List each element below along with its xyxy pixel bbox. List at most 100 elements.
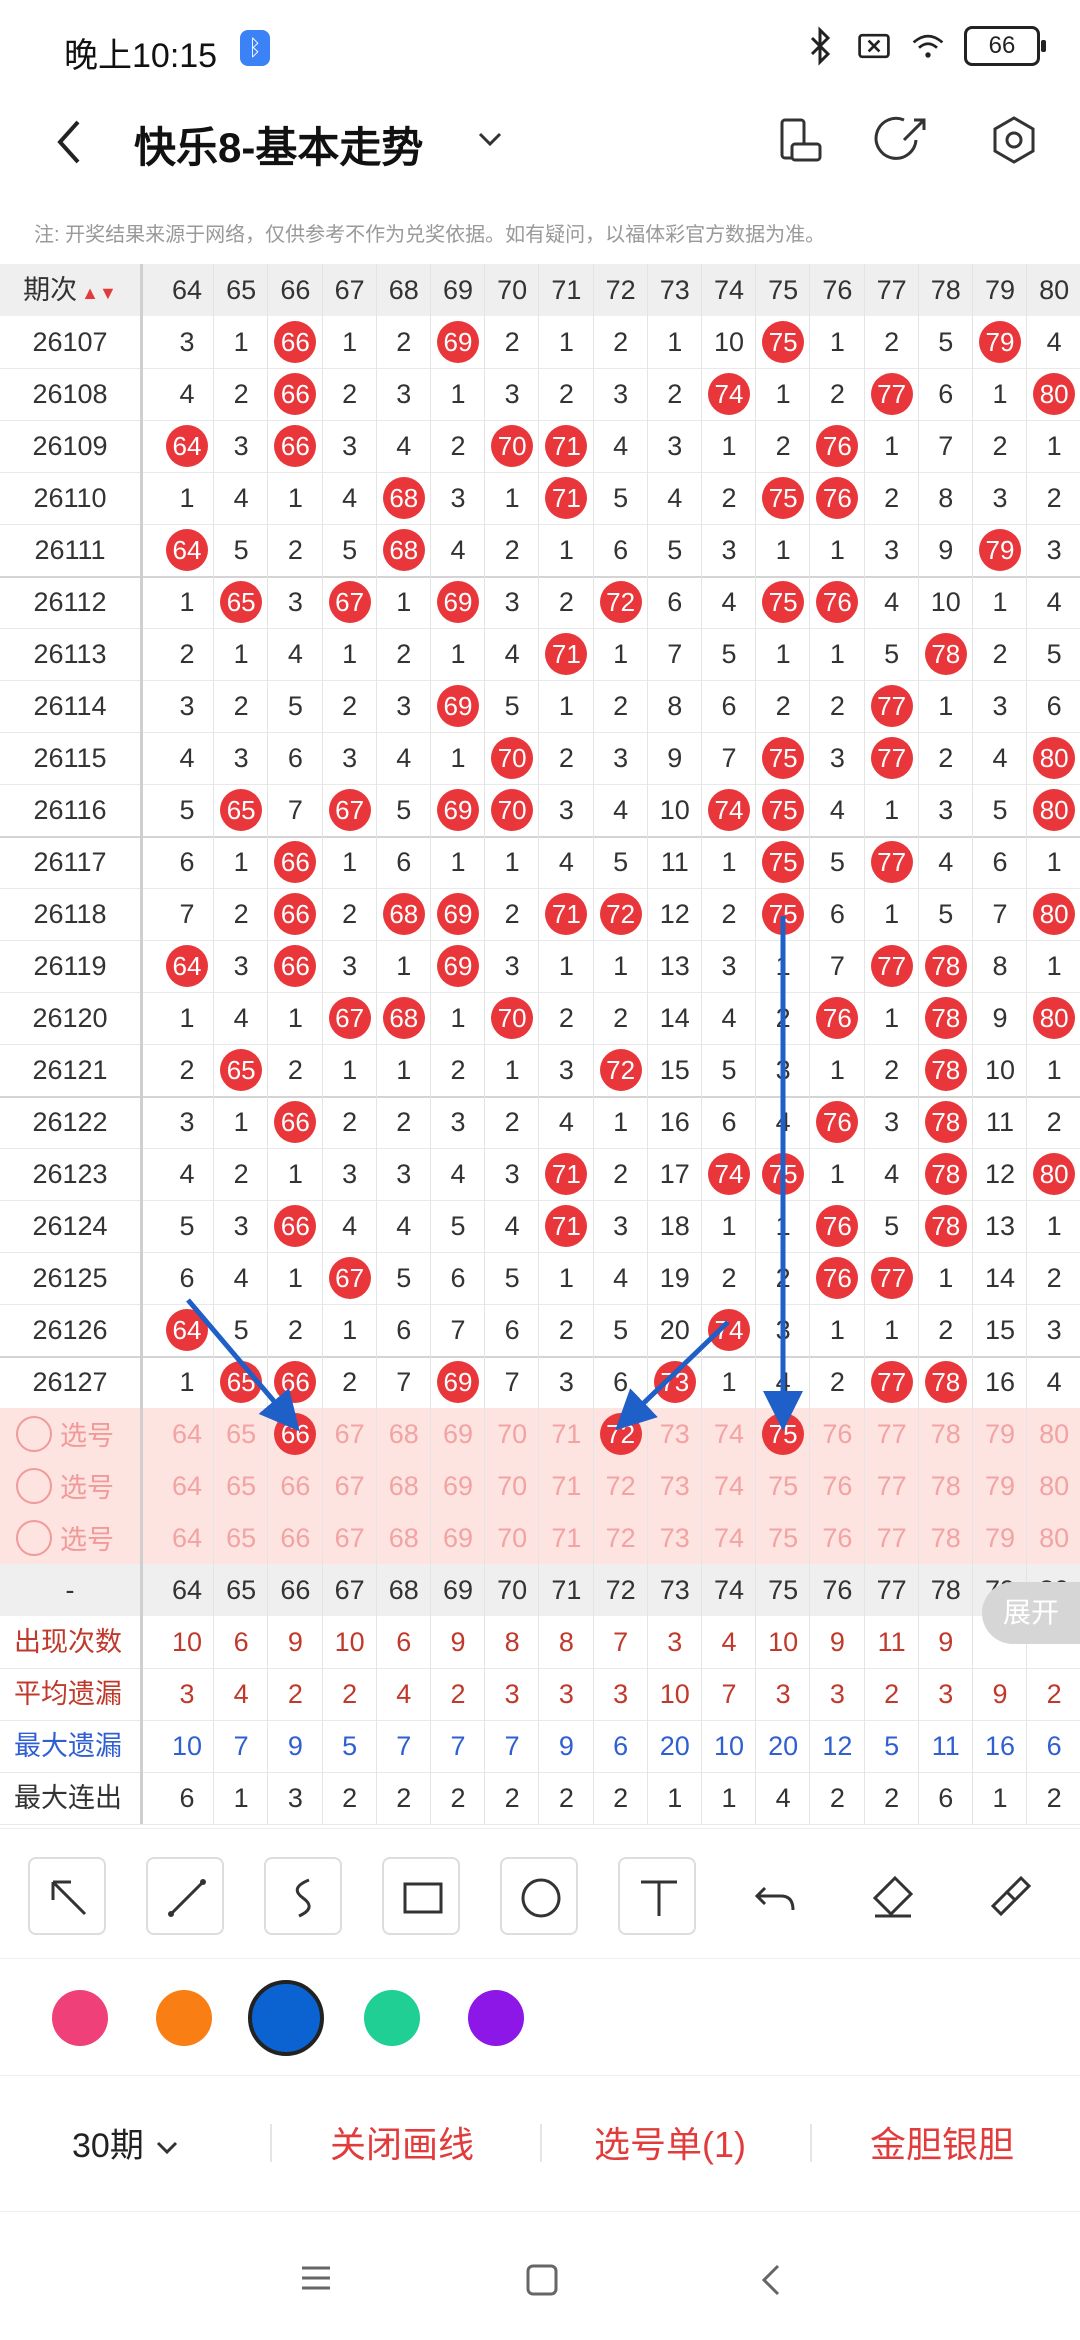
pick-number-cell[interactable]: 80: [1027, 1460, 1080, 1512]
color-swatch[interactable]: [52, 1990, 108, 2046]
table-cell: 1: [992, 587, 1008, 617]
pick-number-cell[interactable]: 80: [1027, 1408, 1080, 1460]
pick-radio-icon[interactable]: [16, 1467, 52, 1504]
pick-number-cell[interactable]: 69: [431, 1460, 485, 1512]
column-divider: [484, 264, 486, 1824]
pick-number-cell[interactable]: 75: [756, 1408, 810, 1460]
curve-tool-button[interactable]: [264, 1857, 342, 1935]
pick-number-cell[interactable]: 67: [323, 1512, 377, 1564]
pick-number-cell[interactable]: 76: [810, 1408, 864, 1460]
drawn-number-ball: 70: [491, 737, 534, 779]
pick-number-cell[interactable]: 64: [160, 1512, 214, 1564]
pick-number-cell[interactable]: 79: [973, 1460, 1027, 1512]
pick-list-button[interactable]: 选号单(1): [594, 2116, 746, 2168]
text-tool-button[interactable]: [618, 1857, 696, 1935]
gold-silver-button[interactable]: 金胆银胆: [870, 2116, 1014, 2168]
arrow-tool-button[interactable]: [28, 1857, 106, 1935]
line-tool-button[interactable]: [146, 1857, 224, 1935]
table-cell: 1: [613, 1107, 629, 1137]
pick-number-cell[interactable]: 76: [810, 1512, 864, 1564]
pick-number-cell[interactable]: 72: [594, 1408, 648, 1460]
pick-row-label[interactable]: 选号: [16, 1414, 114, 1453]
pick-radio-icon[interactable]: [16, 1415, 52, 1452]
pick-number-cell[interactable]: 72: [594, 1512, 648, 1564]
pick-number-cell[interactable]: 75: [756, 1460, 810, 1512]
pick-number-cell[interactable]: 77: [865, 1512, 919, 1564]
pick-number-cell[interactable]: 74: [702, 1408, 756, 1460]
color-swatch[interactable]: [156, 1990, 212, 2046]
pick-number-cell[interactable]: 79: [973, 1512, 1027, 1564]
drawn-number-ball: 66: [274, 1361, 317, 1403]
pick-number-cell[interactable]: 65: [214, 1408, 268, 1460]
rectangle-tool-button[interactable]: [382, 1857, 460, 1935]
pick-number-cell[interactable]: 73: [648, 1408, 702, 1460]
menu-nav-icon[interactable]: [296, 2260, 336, 2296]
pick-number-cell[interactable]: 70: [485, 1460, 539, 1512]
selected-pick-ball[interactable]: 72: [599, 1413, 642, 1455]
pick-number-cell[interactable]: 77: [865, 1408, 919, 1460]
issue-column-header[interactable]: 期次 ▲▼: [0, 264, 140, 316]
expand-button[interactable]: 展开: [982, 1582, 1080, 1644]
share-icon[interactable]: [874, 110, 934, 170]
pick-row-label[interactable]: 选号: [16, 1518, 114, 1557]
pick-number-cell[interactable]: 66: [268, 1512, 322, 1564]
pick-number-cell[interactable]: 64: [160, 1460, 214, 1512]
pick-number-cell[interactable]: 67: [323, 1408, 377, 1460]
table-cell: 75: [756, 1148, 810, 1200]
drawn-number-ball: 69: [437, 321, 479, 363]
pick-number-cell[interactable]: 77: [865, 1460, 919, 1512]
undo-tool-button[interactable]: [736, 1857, 814, 1935]
back-nav-icon[interactable]: [752, 2260, 792, 2300]
eraser-tool-button[interactable]: [854, 1857, 932, 1935]
pick-radio-icon[interactable]: [16, 1519, 52, 1556]
color-swatch[interactable]: [468, 1990, 524, 2046]
table-cell: 2: [396, 1107, 412, 1137]
color-swatch[interactable]: [248, 1980, 324, 2056]
page-title[interactable]: 快乐8-基本走势: [134, 114, 423, 175]
home-nav-icon[interactable]: [522, 2260, 562, 2300]
pick-number-cell[interactable]: 67: [323, 1460, 377, 1512]
pick-number-cell[interactable]: 68: [377, 1408, 431, 1460]
pick-number-cell[interactable]: 74: [702, 1460, 756, 1512]
pick-number-cell[interactable]: 68: [377, 1512, 431, 1564]
pick-number-cell[interactable]: 70: [485, 1512, 539, 1564]
period-selector[interactable]: 30期: [72, 2118, 182, 2167]
back-arrow-icon[interactable]: [44, 112, 100, 172]
pick-number-cell[interactable]: 80: [1027, 1512, 1080, 1564]
pick-number-cell[interactable]: 69: [431, 1512, 485, 1564]
settings-icon[interactable]: [984, 110, 1044, 170]
pick-number-cell[interactable]: 74: [702, 1512, 756, 1564]
pick-row-label[interactable]: 选号: [16, 1466, 114, 1505]
color-swatch[interactable]: [364, 1990, 420, 2046]
pick-number-cell[interactable]: 78: [919, 1460, 973, 1512]
pick-number-cell[interactable]: 66: [268, 1408, 322, 1460]
pick-number-cell[interactable]: 71: [539, 1460, 593, 1512]
pick-number-cell[interactable]: 78: [919, 1408, 973, 1460]
pick-number-cell[interactable]: 69: [431, 1408, 485, 1460]
close-draw-button[interactable]: 关闭画线: [330, 2116, 474, 2168]
circle-tool-button[interactable]: [500, 1857, 578, 1935]
pick-number-cell[interactable]: 72: [594, 1460, 648, 1512]
table-cell: 2: [504, 899, 520, 929]
pick-number-cell[interactable]: 73: [648, 1512, 702, 1564]
clear-tool-button[interactable]: [972, 1857, 1050, 1935]
pick-number-cell[interactable]: 73: [648, 1460, 702, 1512]
pick-number-cell[interactable]: 68: [377, 1460, 431, 1512]
pick-number-cell[interactable]: 76: [810, 1460, 864, 1512]
pick-number-cell[interactable]: 65: [214, 1460, 268, 1512]
chevron-down-icon[interactable]: [470, 120, 510, 160]
pick-number-cell[interactable]: 65: [214, 1512, 268, 1564]
pick-number-cell[interactable]: 71: [539, 1512, 593, 1564]
pick-number-cell[interactable]: 79: [973, 1408, 1027, 1460]
pick-number-cell[interactable]: 64: [160, 1408, 214, 1460]
drawn-number-ball: 68: [382, 997, 425, 1039]
selected-pick-ball[interactable]: 66: [274, 1413, 317, 1455]
pick-number-cell[interactable]: 75: [756, 1512, 810, 1564]
pick-number-cell[interactable]: 71: [539, 1408, 593, 1460]
bluetooth-badge-icon: ᛒ: [240, 30, 270, 66]
selected-pick-ball[interactable]: 75: [762, 1413, 805, 1455]
screen-rotate-icon[interactable]: [770, 110, 830, 170]
pick-number-cell[interactable]: 70: [485, 1408, 539, 1460]
pick-number-cell[interactable]: 66: [268, 1460, 322, 1512]
pick-number-cell[interactable]: 78: [919, 1512, 973, 1564]
